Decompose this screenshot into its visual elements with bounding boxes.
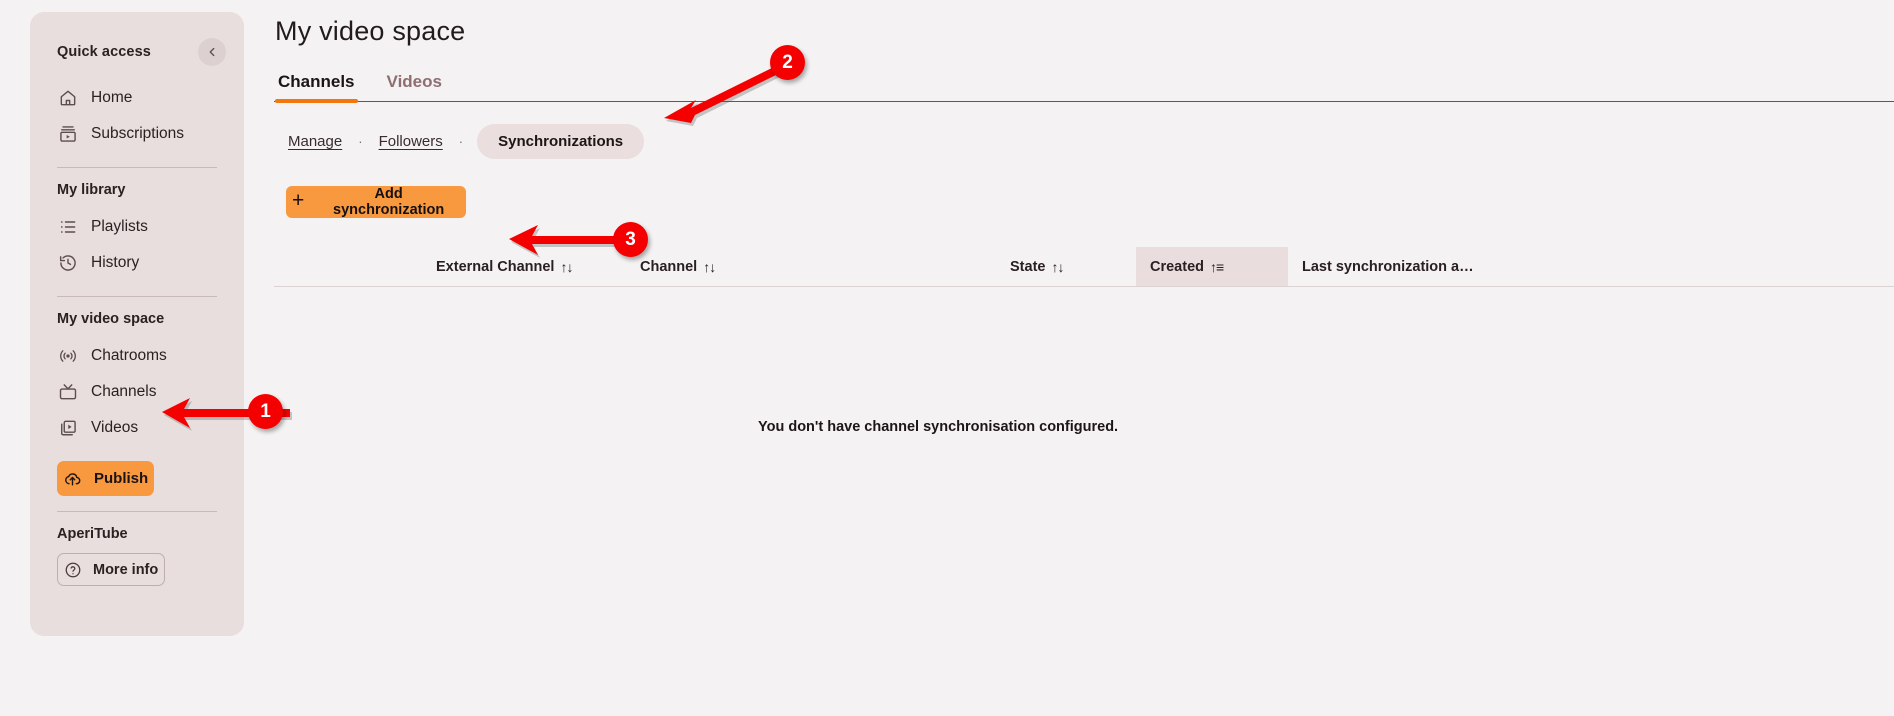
tab-label: Videos [386,72,442,91]
sidebar-section-title-quick-access: Quick access [57,44,151,60]
sort-icon: ↑↓ [1051,258,1064,275]
sort-ascending-icon: ↑≡ [1210,258,1224,275]
subtab-followers[interactable]: Followers [377,126,445,157]
home-icon [57,88,78,109]
sidebar-section-title-instance: AperiTube [57,526,128,542]
sidebar-item-subscriptions[interactable]: Subscriptions [44,116,230,152]
sidebar-quick-access-header: Quick access [44,38,230,66]
tab-channels[interactable]: Channels [275,72,358,103]
column-label: External Channel [436,258,555,275]
main-tabs: Channels Videos [274,72,1894,103]
sidebar-item-label: Chatrooms [91,346,167,364]
sort-icon: ↑↓ [560,258,573,275]
subtab-synchronizations[interactable]: Synchronizations [477,124,645,159]
videos-icon [57,418,78,439]
question-circle-icon [64,561,82,579]
sidebar-item-home[interactable]: Home [44,80,230,116]
sidebar-divider-2 [57,296,217,297]
sidebar-item-playlists[interactable]: Playlists [44,209,230,245]
sidebar-item-chatrooms[interactable]: Chatrooms [44,338,230,374]
sidebar-item-label: Playlists [91,217,148,235]
subtab-separator: · [458,134,464,149]
more-info-button[interactable]: More info [57,553,166,586]
tab-label: Channels [278,72,355,91]
sidebar-item-label: History [91,253,140,271]
plus-icon: + [292,189,305,212]
sidebar-item-label: Home [91,88,133,106]
publish-button[interactable]: Publish [57,461,155,496]
main-content: My video space Channels Videos Manage · … [274,0,1894,716]
sidebar-divider-1 [57,167,217,168]
sidebar-section-title-my-library: My library [57,182,126,198]
playlist-icon [57,217,78,238]
sidebar-item-label: Videos [91,418,139,436]
sidebar-item-label: Subscriptions [91,124,185,142]
sidebar-item-channels[interactable]: Channels [44,374,230,410]
column-label: Last synchronization a… [1302,258,1474,275]
sidebar-collapse-button[interactable] [198,38,226,66]
publish-button-label: Publish [94,470,149,487]
sort-icon: ↑↓ [703,258,716,275]
sidebar-section-title-my-video-space: My video space [57,311,165,327]
sidebar-divider-3 [57,511,217,512]
page-title: My video space [275,16,466,46]
column-label: Channel [640,258,698,275]
column-header-state[interactable]: State ↑↓ [1010,247,1136,286]
broadcast-icon [57,346,78,367]
subtab-separator: · [358,134,363,149]
column-header-external-channel[interactable]: External Channel ↑↓ [274,247,640,286]
column-header-channel[interactable]: Channel ↑↓ [640,247,1010,286]
sidebar-item-history[interactable]: History [44,245,230,281]
history-icon [57,253,78,274]
sidebar-item-videos[interactable]: Videos [44,410,230,446]
sidebar: Quick access Home Subscriptions My libra… [30,12,244,636]
column-header-last-synchronization-at[interactable]: Last synchronization a… [1288,247,1588,286]
chevron-left-icon [205,45,219,59]
column-header-created[interactable]: Created ↑≡ [1136,247,1288,286]
subtab-manage[interactable]: Manage [286,126,344,157]
synchronizations-table: External Channel ↑↓ Channel ↑↓ State ↑↓ … [274,247,1894,287]
table-empty-message: You don't have channel synchronisation c… [758,419,1119,435]
tab-videos[interactable]: Videos [384,72,445,101]
table-header-row: External Channel ↑↓ Channel ↑↓ State ↑↓ … [274,247,1894,287]
subtab-nav: Manage · Followers · Synchronizations [286,124,1894,159]
annotation-number: 1 [260,400,271,422]
sidebar-item-label: Channels [91,382,157,400]
subscriptions-icon [57,124,78,145]
column-label: State [1010,258,1046,275]
add-synchronization-button[interactable]: + Add synchronization [286,186,466,218]
upload-cloud-icon [63,469,82,488]
app-root: Quick access Home Subscriptions My libra… [0,0,1894,716]
add-synchronization-label: Add synchronization [333,186,445,218]
more-info-button-label: More info [93,561,159,578]
column-label: Created [1150,258,1204,275]
tv-icon [57,382,78,403]
